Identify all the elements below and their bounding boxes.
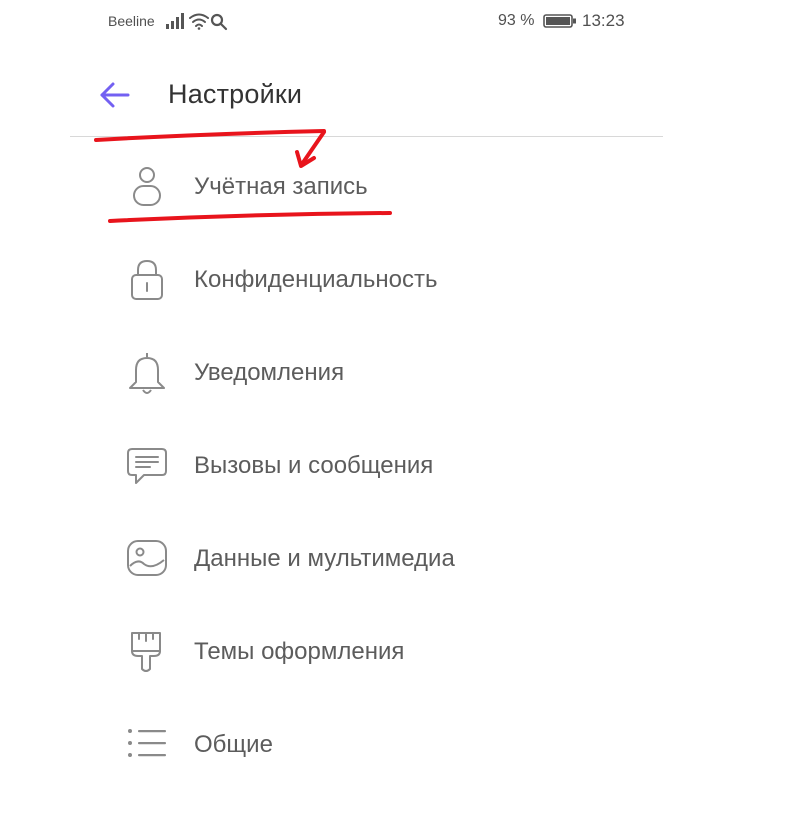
menu-item-label: Данные и мультимедиа (194, 545, 455, 572)
menu-item-label: Темы оформления (194, 638, 405, 665)
clock-time: 13:23 (582, 11, 625, 30)
menu-item-calls-messages[interactable]: Вызовы и сообщения (110, 431, 630, 501)
menu-item-account[interactable]: Учётная запись (110, 152, 630, 222)
search-icon (210, 13, 228, 31)
menu-item-general[interactable]: Общие (110, 710, 630, 780)
menu-item-label: Учётная запись (194, 173, 368, 200)
menu-item-label: Вызовы и сообщения (194, 452, 434, 479)
settings-screen: Beeline 93 % 13:23 Настройки Учётная зап… (0, 0, 800, 824)
app-header: Настройки (0, 60, 800, 130)
menu-item-label: Конфиденциальность (194, 266, 438, 293)
menu-item-themes[interactable]: Темы оформления (110, 617, 630, 687)
battery-percent: 93 % (498, 12, 535, 29)
menu-item-data-media[interactable]: Данные и мультимедиа (110, 524, 630, 594)
menu-item-label: Уведомления (194, 359, 345, 386)
header-divider (70, 136, 663, 137)
menu-item-notifications[interactable]: Уведомления (110, 338, 630, 408)
menu-item-label: Общие (194, 731, 273, 758)
status-icons (166, 12, 236, 37)
menu-item-privacy[interactable]: Конфиденциальность (110, 245, 630, 315)
signal-icon (166, 13, 184, 29)
battery-icon (543, 14, 577, 33)
carrier-name: Beeline (108, 13, 155, 29)
chat-icon (124, 443, 170, 489)
image-icon (124, 536, 170, 582)
status-bar: Beeline 93 % 13:23 (0, 0, 800, 44)
back-arrow-icon (100, 82, 130, 108)
page-title: Настройки (168, 79, 303, 109)
list-icon (124, 722, 170, 768)
back-button[interactable] (96, 77, 136, 113)
bell-icon (124, 350, 170, 396)
wifi-icon (189, 13, 209, 30)
lock-icon (124, 257, 170, 303)
account-icon (124, 164, 170, 210)
brush-icon (124, 629, 170, 675)
